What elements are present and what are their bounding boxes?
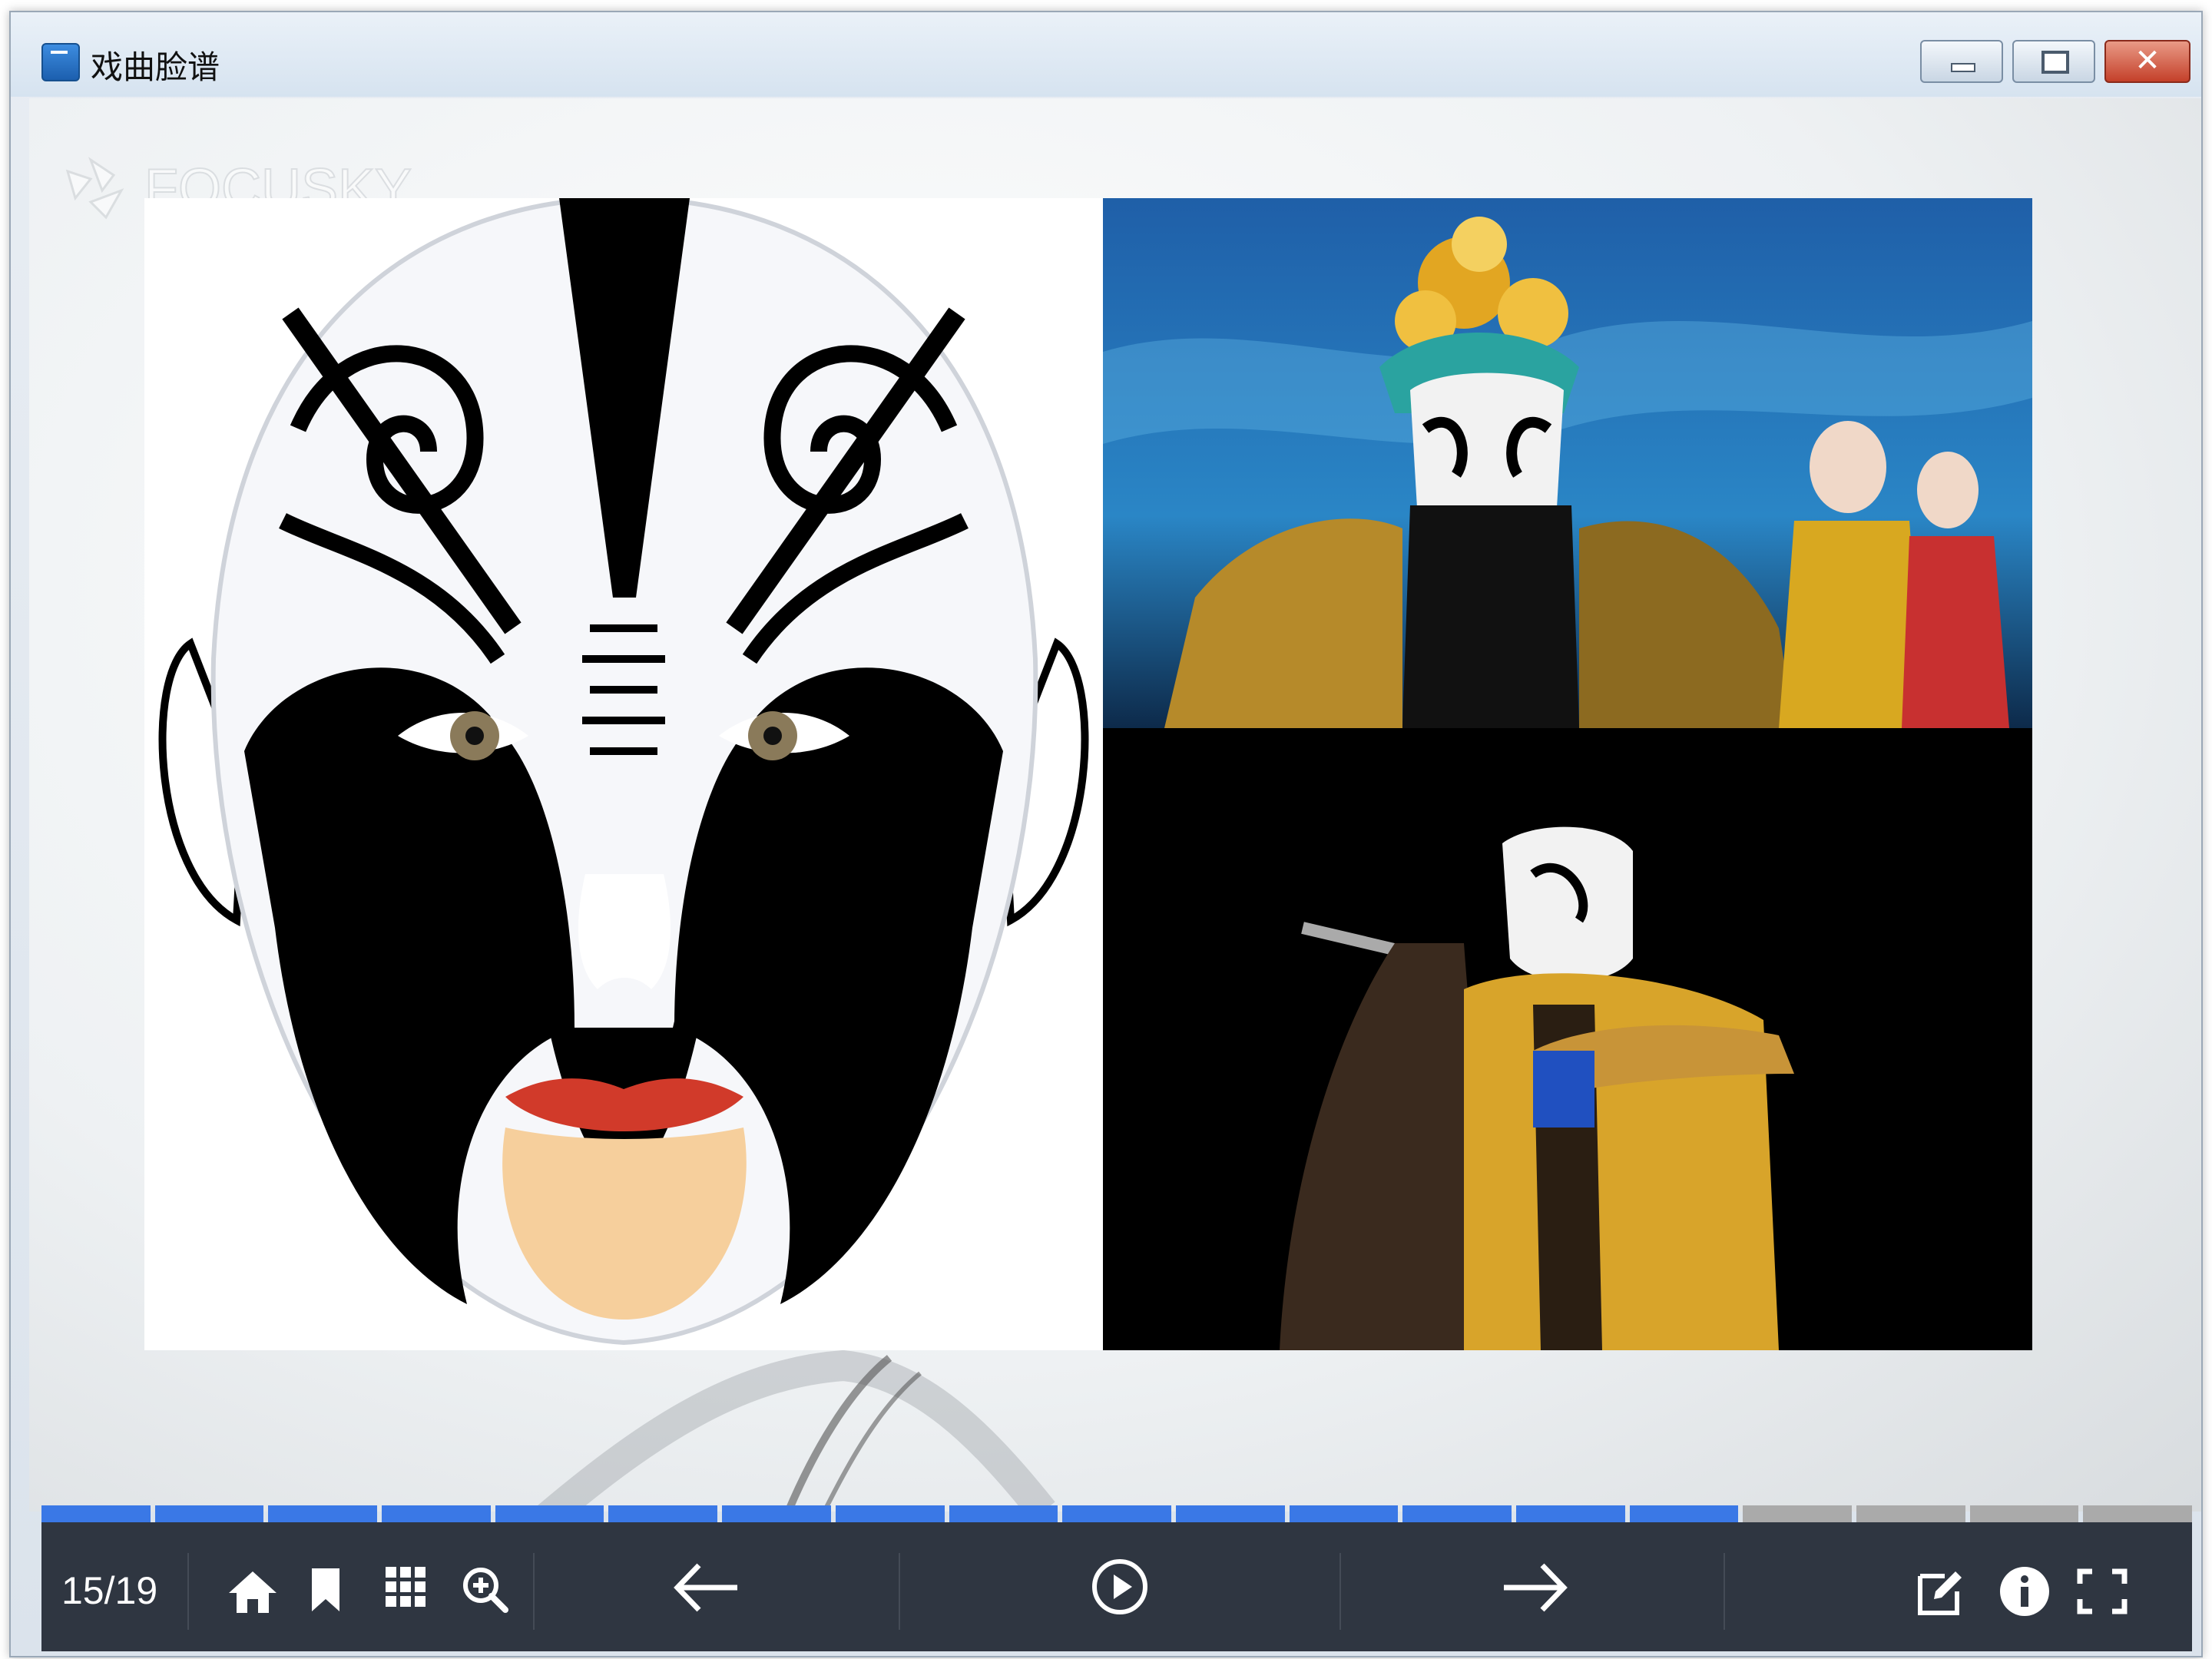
close-button[interactable]: ✕	[2104, 40, 2190, 83]
minimize-icon	[1951, 63, 1975, 72]
bookmark-icon[interactable]	[309, 1565, 343, 1614]
progress-segment[interactable]	[1062, 1505, 1171, 1522]
window-title: 戏曲脸谱	[91, 48, 220, 86]
progress-segment[interactable]	[2083, 1505, 2193, 1522]
page-counter: 15/19	[61, 1569, 158, 1612]
play-icon[interactable]	[1091, 1558, 1149, 1616]
zoom-in-icon[interactable]	[461, 1565, 510, 1614]
focusky-logo-icon	[65, 157, 124, 220]
progress-segment[interactable]	[382, 1505, 491, 1522]
progress-segment[interactable]	[1629, 1505, 1739, 1522]
divider	[899, 1553, 900, 1630]
title-bar[interactable]: 戏曲脸谱 ✕	[11, 12, 2201, 97]
app-icon	[41, 43, 80, 81]
slide-progress-bar[interactable]	[41, 1505, 2193, 1522]
progress-segment[interactable]	[1175, 1505, 1285, 1522]
progress-segment[interactable]	[1969, 1505, 2079, 1522]
progress-segment[interactable]	[1743, 1505, 1852, 1522]
opera-performer-bearded-photo	[1103, 728, 2032, 1350]
divider	[187, 1553, 189, 1630]
progress-segment[interactable]	[41, 1505, 151, 1522]
performer-photo-art	[1103, 728, 2032, 1350]
opera-performer-stage-photo	[1103, 198, 2032, 728]
home-icon[interactable]	[226, 1568, 280, 1614]
presentation-canvas: FOCUSKY	[29, 98, 2201, 1512]
app-window: 戏曲脸谱 ✕ FOCUSKY 15/19	[9, 11, 2203, 1657]
progress-segment[interactable]	[268, 1505, 378, 1522]
ink-wash-decoration	[530, 1349, 1055, 1512]
progress-segment[interactable]	[1856, 1505, 1965, 1522]
progress-segment[interactable]	[1515, 1505, 1625, 1522]
info-icon[interactable]	[1998, 1565, 2051, 1618]
progress-segment[interactable]	[154, 1505, 264, 1522]
progress-segment[interactable]	[949, 1505, 1058, 1522]
arrow-right-icon[interactable]	[1501, 1561, 1570, 1614]
opera-mask-illustration	[144, 198, 1103, 1350]
minimize-button[interactable]	[1920, 40, 2003, 83]
progress-segment[interactable]	[608, 1505, 718, 1522]
progress-segment[interactable]	[1402, 1505, 1512, 1522]
progress-segment[interactable]	[722, 1505, 831, 1522]
divider	[1339, 1553, 1341, 1630]
grid-icon[interactable]	[384, 1565, 427, 1608]
maximize-icon	[2041, 51, 2069, 74]
edit-icon[interactable]	[1916, 1568, 1965, 1618]
close-icon: ✕	[2134, 43, 2161, 78]
maximize-button[interactable]	[2012, 40, 2095, 83]
fullscreen-icon[interactable]	[2077, 1568, 2128, 1614]
progress-segment[interactable]	[1289, 1505, 1399, 1522]
progress-segment[interactable]	[495, 1505, 604, 1522]
mask-drawing	[158, 198, 1089, 1346]
stage-photo-art	[1103, 198, 2032, 728]
divider	[1724, 1553, 1725, 1630]
arrow-left-icon[interactable]	[671, 1561, 740, 1614]
playback-toolbar: 15/19	[41, 1522, 2192, 1651]
progress-segment[interactable]	[835, 1505, 945, 1522]
divider	[533, 1553, 535, 1630]
